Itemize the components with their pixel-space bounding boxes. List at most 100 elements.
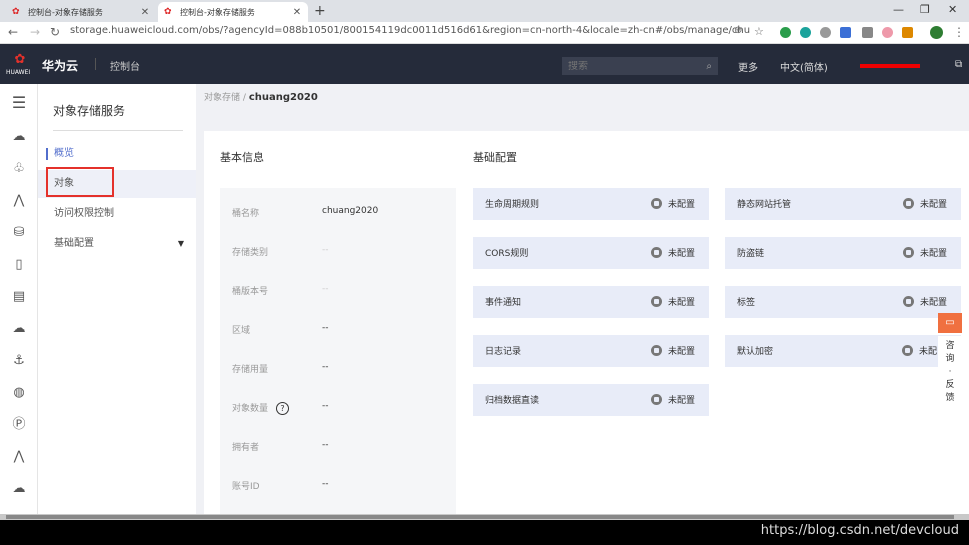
config-card-tags[interactable]: 标签 未配置 <box>725 286 961 318</box>
config-status: 未配置 <box>650 197 695 210</box>
info-row-bucket-name: 桶名称 chuang2020 <box>232 206 452 222</box>
cluster-icon[interactable]: ♧ <box>10 160 28 178</box>
scrollbar-thumb[interactable] <box>6 515 954 519</box>
huawei-favicon-icon: ✿ <box>12 7 20 17</box>
browser-tab-active[interactable]: ✿ 控制台-对象存储服务 ✕ <box>158 2 308 22</box>
restore-icon[interactable]: ❐ <box>920 3 930 16</box>
extension-icon[interactable] <box>882 27 893 38</box>
forward-icon[interactable]: → <box>30 25 40 39</box>
info-key: 存储用量 <box>232 365 269 375</box>
brand-name[interactable]: 华为云 <box>42 57 78 74</box>
config-card-archive-direct-read[interactable]: 归档数据直读 未配置 <box>473 384 709 416</box>
breadcrumb-separator: / <box>242 93 246 103</box>
config-card-logging[interactable]: 日志记录 未配置 <box>473 335 709 367</box>
browser-tabbar: ✿ 控制台-对象存储服务 ✕ ✿ 控制台-对象存储服务 ✕ + — ❐ ✕ <box>0 0 969 22</box>
sidebar-item-label: 概览 <box>54 148 74 159</box>
more-link[interactable]: 更多 <box>738 59 758 74</box>
search-box[interactable]: ⌕ <box>562 57 718 75</box>
extension-icon[interactable] <box>862 27 873 38</box>
close-tab-icon[interactable]: ✕ <box>292 7 302 18</box>
config-status-text: 未配置 <box>667 396 695 406</box>
hamburger-menu-icon[interactable]: ☰ <box>10 94 28 112</box>
sidebar-item-label: 访问权限控制 <box>54 208 114 219</box>
extension-icon[interactable] <box>902 27 913 38</box>
config-status-text: 未配置 <box>919 200 947 210</box>
mountain-icon[interactable]: ⋀ <box>10 448 28 466</box>
search-icon[interactable]: ⌕ <box>706 61 712 72</box>
chat-icon[interactable]: ▭ <box>938 313 962 333</box>
cloud-upload-icon[interactable]: ☁ <box>10 480 28 498</box>
breadcrumb-current: chuang2020 <box>248 92 318 103</box>
sidebar-item-access-control[interactable]: 访问权限控制 <box>38 200 196 228</box>
stop-status-icon <box>650 345 662 356</box>
stop-status-icon <box>902 198 914 209</box>
sidebar-title: 对象存储服务 <box>53 104 126 118</box>
address-bar: ← → ↻ storage.huaweicloud.com/obs/?agenc… <box>0 22 969 44</box>
cloud-service-icon[interactable]: ☁ <box>10 128 28 146</box>
info-row-account-id: 账号ID -- <box>232 479 452 495</box>
huawei-logo-icon[interactable]: ✿ <box>8 52 32 67</box>
bookmark-star-icon[interactable]: ☆ <box>754 25 764 38</box>
zoom-icon[interactable]: ⊕ <box>734 25 742 36</box>
config-card-lifecycle[interactable]: 生命周期规则 未配置 <box>473 188 709 220</box>
window-close-icon[interactable]: ✕ <box>948 3 957 16</box>
help-icon[interactable]: ? <box>276 402 290 415</box>
stop-status-icon <box>650 296 662 307</box>
redacted-username[interactable] <box>860 64 920 68</box>
globe-icon[interactable]: ◍ <box>10 384 28 402</box>
config-status-text: 未配置 <box>667 200 695 210</box>
new-tab-icon[interactable]: + <box>314 3 326 19</box>
config-card-event-notification[interactable]: 事件通知 未配置 <box>473 286 709 318</box>
info-value: -- <box>322 479 329 489</box>
menu-dots-icon[interactable]: ⋮ <box>953 25 965 39</box>
config-status-text: 未配置 <box>667 347 695 357</box>
database-icon[interactable]: ▯ <box>10 256 28 274</box>
minimize-icon[interactable]: — <box>893 3 904 16</box>
document-icon[interactable]: ▤ <box>10 288 28 306</box>
cloud-icon[interactable]: ☁ <box>10 320 28 338</box>
language-select[interactable]: 中文(简体) <box>780 59 828 74</box>
watermark: https://blog.csdn.net/devcloud <box>760 523 959 538</box>
config-label: 防盗链 <box>737 249 765 259</box>
overview-panel: 基本信息 基础配置 桶名称 chuang2020 存储类别 -- 桶版本号 --… <box>204 131 969 518</box>
storage-icon[interactable]: ⛁ <box>10 224 28 242</box>
console-link[interactable]: 控制台 <box>110 58 140 73</box>
config-status-text: 未配置 <box>919 298 947 308</box>
config-card-cors[interactable]: CORS规则 未配置 <box>473 237 709 269</box>
profile-avatar[interactable] <box>930 26 943 39</box>
extension-new-icon[interactable] <box>840 27 851 38</box>
sidebar-item-basic-config[interactable]: 基础配置 ▼ <box>38 230 196 258</box>
config-label: CORS规则 <box>485 249 529 259</box>
config-status-text: 未配 <box>918 347 937 357</box>
config-status-text: 未配置 <box>667 298 695 308</box>
close-tab-icon[interactable]: ✕ <box>140 7 150 18</box>
extension-icon[interactable] <box>820 27 831 38</box>
url-field[interactable]: storage.huaweicloud.com/obs/?agencyId=08… <box>70 25 750 41</box>
info-key: 区域 <box>232 326 251 336</box>
pin-icon[interactable]: Ⓟ <box>10 416 28 434</box>
browser-tab[interactable]: ✿ 控制台-对象存储服务 ✕ <box>6 2 156 22</box>
config-card-default-encryption[interactable]: 默认加密 未配 <box>725 335 961 367</box>
config-status: 未配 <box>901 344 937 357</box>
info-value: -- <box>322 440 329 450</box>
consult-feedback-button[interactable]: 咨 询 · 反 馈 <box>938 336 962 410</box>
extension-icon[interactable] <box>780 27 791 38</box>
info-row-storage-class: 存储类别 -- <box>232 245 452 261</box>
message-icon[interactable]: ⧉ <box>955 59 962 70</box>
reload-icon[interactable]: ↻ <box>50 25 60 39</box>
config-card-static-website[interactable]: 静态网站托管 未配置 <box>725 188 961 220</box>
search-input[interactable] <box>568 60 707 72</box>
config-card-hotlink[interactable]: 防盗链 未配置 <box>725 237 961 269</box>
info-key: 桶名称 <box>232 209 260 219</box>
config-status: 未配置 <box>650 393 695 406</box>
anchor-icon[interactable]: ⚓ <box>10 352 28 370</box>
info-key: 存储类别 <box>232 248 269 258</box>
extension-icon[interactable] <box>800 27 811 38</box>
basic-info-heading: 基本信息 <box>220 151 264 164</box>
sidebar-item-overview[interactable]: 概览 <box>38 140 196 168</box>
network-icon[interactable]: ⋀ <box>10 192 28 210</box>
back-icon[interactable]: ← <box>8 25 18 39</box>
chevron-down-icon[interactable]: ▼ <box>178 230 184 258</box>
bottom-bar: https://blog.csdn.net/devcloud <box>0 520 969 545</box>
breadcrumb-parent[interactable]: 对象存储 <box>204 93 240 103</box>
